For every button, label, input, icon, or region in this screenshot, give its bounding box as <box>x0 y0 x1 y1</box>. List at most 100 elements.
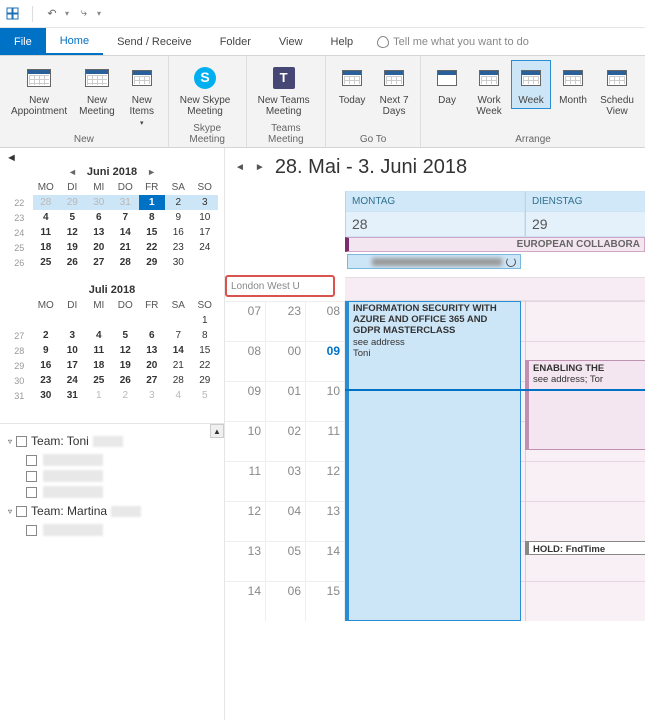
mini-cal-day[interactable]: 10 <box>192 210 219 225</box>
mini-cal-day[interactable]: 14 <box>112 225 139 240</box>
undo-icon[interactable]: ↶ <box>43 5 61 23</box>
mini-cal-day[interactable]: 27 <box>139 373 166 388</box>
mini-cal-day[interactable]: 20 <box>86 240 113 255</box>
mini-cal-day[interactable]: 25 <box>86 373 113 388</box>
file-menu[interactable]: File <box>0 28 46 55</box>
prev-month-icon[interactable]: ◄ <box>64 167 81 177</box>
new-items-button[interactable]: New Items ▾ <box>122 60 162 131</box>
week-view-button[interactable]: Week <box>511 60 551 109</box>
mini-cal-day[interactable]: 23 <box>33 373 60 388</box>
mini-cal-day[interactable]: 31 <box>59 388 86 403</box>
new-appointment-button[interactable]: New Appointment <box>6 60 72 120</box>
mini-cal-day[interactable]: 21 <box>112 240 139 255</box>
tab-folder[interactable]: Folder <box>206 28 265 55</box>
mini-cal-day[interactable]: 6 <box>86 210 113 225</box>
team-group-header[interactable]: ▿ Team: Martina <box>8 500 220 522</box>
redo-dropdown[interactable]: ▾ <box>97 9 101 18</box>
new-meeting-button[interactable]: New Meeting <box>74 60 120 120</box>
scroll-up-icon[interactable]: ▲ <box>210 424 224 438</box>
allday-event-european-collab[interactable]: EUROPEAN COLLABORA <box>345 237 645 252</box>
mini-cal-day[interactable] <box>192 255 219 270</box>
mini-cal-day[interactable]: 28 <box>165 373 192 388</box>
mini-cal-day[interactable]: 13 <box>86 225 113 240</box>
mini-cal-day[interactable]: 24 <box>59 373 86 388</box>
mini-cal-day[interactable]: 3 <box>192 195 219 210</box>
mini-cal-day[interactable]: 29 <box>192 373 219 388</box>
mini-cal-day[interactable]: 15 <box>192 343 219 358</box>
mini-cal-day[interactable] <box>59 313 86 328</box>
mini-cal-day[interactable]: 30 <box>165 255 192 270</box>
mini-cal-day[interactable]: 31 <box>112 195 139 210</box>
mini-cal-day[interactable]: 17 <box>192 225 219 240</box>
mini-cal-day[interactable]: 26 <box>59 255 86 270</box>
mini-cal-day[interactable]: 24 <box>192 240 219 255</box>
event-enabling[interactable]: ENABLING THE see address; Tor <box>525 360 645 450</box>
mini-cal-day[interactable]: 4 <box>33 210 60 225</box>
team-member-item[interactable] <box>8 522 220 538</box>
mini-cal-day[interactable]: 2 <box>33 328 60 343</box>
team-member-item[interactable] <box>8 468 220 484</box>
mini-cal-day[interactable]: 2 <box>112 388 139 403</box>
mini-cal-day[interactable]: 10 <box>59 343 86 358</box>
workweek-view-button[interactable]: Work Week <box>469 60 509 120</box>
mini-cal-day[interactable]: 29 <box>139 255 166 270</box>
month-view-button[interactable]: Month <box>553 60 593 109</box>
mini-cal-day[interactable]: 11 <box>33 225 60 240</box>
new-skype-meeting-button[interactable]: SNew Skype Meeting <box>175 60 236 120</box>
mini-cal-day[interactable]: 5 <box>112 328 139 343</box>
mini-cal-day[interactable]: 19 <box>59 240 86 255</box>
mini-cal-day[interactable]: 28 <box>112 255 139 270</box>
mini-cal-day[interactable]: 18 <box>33 240 60 255</box>
new-teams-meeting-button[interactable]: TNew Teams Meeting <box>253 60 315 120</box>
mini-cal-day[interactable]: 30 <box>33 388 60 403</box>
day-view-button[interactable]: Day <box>427 60 467 109</box>
team-member-item[interactable] <box>8 484 220 500</box>
mini-cal-day[interactable]: 8 <box>139 210 166 225</box>
mini-cal-day[interactable] <box>112 313 139 328</box>
mini-cal-day[interactable]: 14 <box>165 343 192 358</box>
mini-calendar-grid[interactable]: MODIMIDOFRSASO12723456782891011121314152… <box>6 298 218 403</box>
day-header-tuesday[interactable]: DIENSTAG 29 <box>525 191 645 237</box>
mini-cal-day[interactable]: 1 <box>139 195 166 210</box>
team-group-header[interactable]: ▿ Team: Toni <box>8 430 220 452</box>
mini-cal-day[interactable]: 22 <box>192 358 219 373</box>
mini-cal-day[interactable]: 1 <box>86 388 113 403</box>
mini-calendar-grid[interactable]: MODIMIDOFRSASO22282930311232345678910241… <box>6 180 218 270</box>
next-month-icon[interactable]: ► <box>143 167 160 177</box>
mini-cal-day[interactable]: 8 <box>192 328 219 343</box>
mini-cal-day[interactable] <box>33 313 60 328</box>
mini-cal-day[interactable]: 23 <box>165 240 192 255</box>
collapse-sidebar-icon[interactable]: ◄ <box>6 152 17 164</box>
mini-cal-day[interactable]: 17 <box>59 358 86 373</box>
mini-cal-day[interactable]: 18 <box>86 358 113 373</box>
mini-cal-day[interactable]: 20 <box>139 358 166 373</box>
mini-cal-day[interactable]: 1 <box>192 313 219 328</box>
mini-cal-day[interactable]: 3 <box>139 388 166 403</box>
mini-cal-day[interactable]: 21 <box>165 358 192 373</box>
tab-home[interactable]: Home <box>46 28 103 55</box>
team-member-item[interactable] <box>8 452 220 468</box>
day-column-tuesday[interactable] <box>525 301 645 621</box>
mini-cal-day[interactable]: 4 <box>165 388 192 403</box>
mini-cal-day[interactable]: 28 <box>33 195 60 210</box>
mini-cal-day[interactable]: 16 <box>33 358 60 373</box>
location-box-highlight[interactable]: London West U <box>225 275 335 297</box>
mini-cal-day[interactable]: 27 <box>86 255 113 270</box>
mini-cal-day[interactable]: 9 <box>33 343 60 358</box>
mini-cal-day[interactable]: 3 <box>59 328 86 343</box>
tab-help[interactable]: Help <box>317 28 368 55</box>
mini-cal-day[interactable]: 12 <box>112 343 139 358</box>
mini-cal-day[interactable]: 5 <box>59 210 86 225</box>
mini-cal-day[interactable]: 22 <box>139 240 166 255</box>
mini-cal-day[interactable]: 29 <box>59 195 86 210</box>
mini-cal-day[interactable]: 5 <box>192 388 219 403</box>
tell-me[interactable]: Tell me what you want to do <box>377 28 529 55</box>
mini-cal-day[interactable]: 30 <box>86 195 113 210</box>
today-button[interactable]: Today <box>332 60 372 109</box>
prev-week-icon[interactable]: ◄ <box>235 162 245 173</box>
mini-cal-day[interactable]: 19 <box>112 358 139 373</box>
window-icon[interactable] <box>4 5 22 23</box>
mini-cal-day[interactable] <box>165 313 192 328</box>
event-information-security[interactable]: INFORMATION SECURITY WITH AZURE AND OFFI… <box>345 301 521 621</box>
mini-cal-day[interactable]: 13 <box>139 343 166 358</box>
